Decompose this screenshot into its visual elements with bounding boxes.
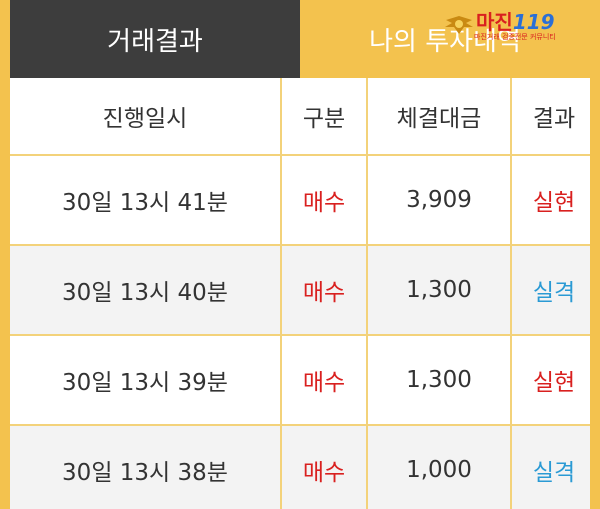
table-row[interactable]: 30일 13시 41분 매수 3,909 실현 [10, 155, 590, 246]
logo-wordmark: 마진119 [476, 6, 555, 35]
cell-datetime: 30일 13시 40분 [10, 245, 282, 336]
app-frame: 거래결과 나의 투자내역 마진119 마진거래 검증전문 커뮤니티 진행일시 구… [0, 0, 600, 509]
cell-result: 실격 [511, 245, 590, 336]
cell-result: 실현 [511, 335, 590, 426]
cell-amount: 1,000 [367, 425, 512, 509]
logo-tagline: 마진거래 검증전문 커뮤니티 [474, 33, 556, 41]
cell-result: 실현 [511, 155, 590, 246]
logo-name: 마진 [476, 10, 513, 34]
header-amount: 체결대금 [367, 78, 512, 156]
cell-type: 매수 [281, 425, 368, 509]
cell-result: 실격 [511, 425, 590, 509]
watermark-logo: 마진119 마진거래 검증전문 커뮤니티 [444, 6, 582, 46]
winged-emblem-icon [445, 16, 473, 34]
table-row[interactable]: 30일 13시 38분 매수 1,000 실격 [10, 425, 590, 509]
cell-type: 매수 [281, 245, 368, 336]
tab-trade-results[interactable]: 거래결과 [10, 0, 300, 78]
table-row[interactable]: 30일 13시 40분 매수 1,300 실격 [10, 245, 590, 336]
cell-amount: 1,300 [367, 245, 512, 336]
table-row[interactable]: 30일 13시 39분 매수 1,300 실현 [10, 335, 590, 426]
header-type: 구분 [281, 78, 368, 156]
cell-amount: 3,909 [367, 155, 512, 246]
header-result: 결과 [511, 78, 590, 156]
cell-amount: 1,300 [367, 335, 512, 426]
table-header-row: 진행일시 구분 체결대금 결과 [10, 78, 590, 156]
cell-type: 매수 [281, 335, 368, 426]
cell-type: 매수 [281, 155, 368, 246]
tab-trade-results-label: 거래결과 [107, 26, 203, 57]
trade-history-table: 진행일시 구분 체결대금 결과 30일 13시 41분 매수 3,909 실현 … [10, 78, 590, 509]
header-datetime: 진행일시 [10, 78, 282, 156]
trade-history-table-container: 진행일시 구분 체결대금 결과 30일 13시 41분 매수 3,909 실현 … [10, 78, 590, 509]
cell-datetime: 30일 13시 38분 [10, 425, 282, 509]
tab-my-investments[interactable]: 나의 투자내역 마진119 마진거래 검증전문 커뮤니티 [300, 0, 590, 78]
tab-bar: 거래결과 나의 투자내역 마진119 마진거래 검증전문 커뮤니티 [10, 0, 590, 78]
logo-number: 119 [512, 10, 555, 34]
cell-datetime: 30일 13시 41분 [10, 155, 282, 246]
cell-datetime: 30일 13시 39분 [10, 335, 282, 426]
